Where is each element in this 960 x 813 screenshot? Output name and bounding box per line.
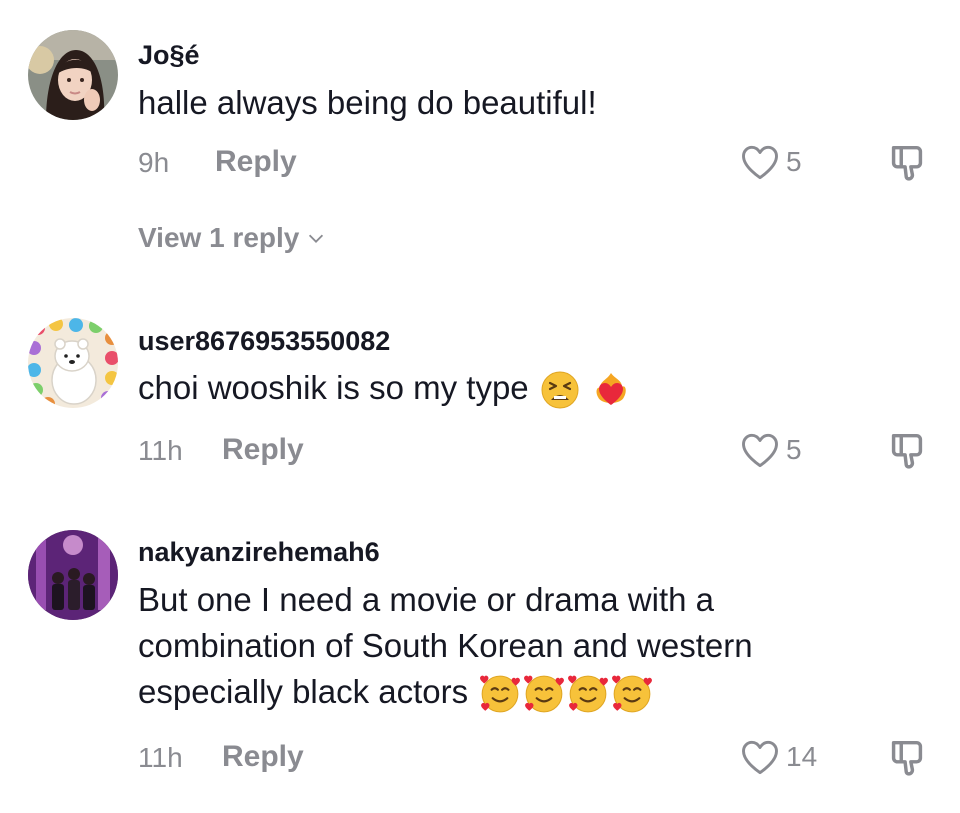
- heart-on-fire-emoji: [596, 373, 626, 406]
- thumbs-down-icon: [891, 740, 923, 776]
- comment-username[interactable]: nakyanzirehemah6: [138, 537, 380, 568]
- comment-timestamp: 9h: [138, 147, 170, 178]
- tired-face-emoji: [541, 371, 579, 409]
- comment-username[interactable]: Jo§é: [138, 40, 200, 71]
- reply-button[interactable]: Reply: [215, 145, 297, 179]
- reply-button[interactable]: Reply: [222, 740, 304, 774]
- avatar[interactable]: [28, 30, 118, 120]
- heart-outline-icon: [742, 433, 778, 468]
- comment-text-content: choi wooshik is so my type: [138, 369, 529, 406]
- comment-text-content: especially black actors: [138, 673, 469, 710]
- view-replies-label: View 1 reply: [138, 222, 300, 253]
- comment-text: But one I need a movie or drama with a c…: [138, 577, 898, 715]
- heart-outline-icon: [742, 145, 778, 180]
- smiling-face-with-hearts-emoji: [568, 675, 609, 713]
- avatar[interactable]: [28, 530, 118, 620]
- like-button[interactable]: 14: [738, 735, 817, 779]
- comment-text-line: combination of South Korean and western: [138, 627, 753, 664]
- chevron-down-icon: [309, 234, 324, 243]
- dislike-button[interactable]: [884, 735, 930, 786]
- comment-username[interactable]: user8676953550082: [138, 326, 390, 357]
- comment-timestamp: 11h: [138, 742, 183, 773]
- avatar[interactable]: [28, 318, 118, 408]
- smiling-face-with-hearts-emoji: [480, 675, 521, 713]
- smiling-face-with-hearts-emoji: [524, 675, 565, 713]
- like-count: 5: [786, 146, 802, 177]
- smiling-face-with-hearts-emoji: [612, 675, 653, 713]
- like-count: 14: [786, 741, 818, 772]
- view-replies-button[interactable]: View 1 reply: [138, 222, 327, 254]
- like-button[interactable]: 5: [738, 140, 802, 184]
- comment-text: halle always being do beautiful!: [138, 84, 597, 121]
- thumbs-down-icon: [891, 145, 923, 181]
- dislike-button[interactable]: [884, 428, 930, 479]
- like-button[interactable]: 5: [738, 428, 802, 472]
- thumbs-down-icon: [891, 433, 923, 469]
- heart-outline-icon: [742, 740, 778, 775]
- reply-button[interactable]: Reply: [222, 433, 304, 467]
- comment-text: choi wooshik is so my type: [138, 365, 898, 411]
- comment-text-line: But one I need a movie or drama with a: [138, 581, 714, 618]
- dislike-button[interactable]: [884, 140, 930, 191]
- like-count: 5: [786, 434, 802, 465]
- comment-text-line: especially black actors: [138, 669, 898, 715]
- comment-timestamp: 11h: [138, 435, 183, 466]
